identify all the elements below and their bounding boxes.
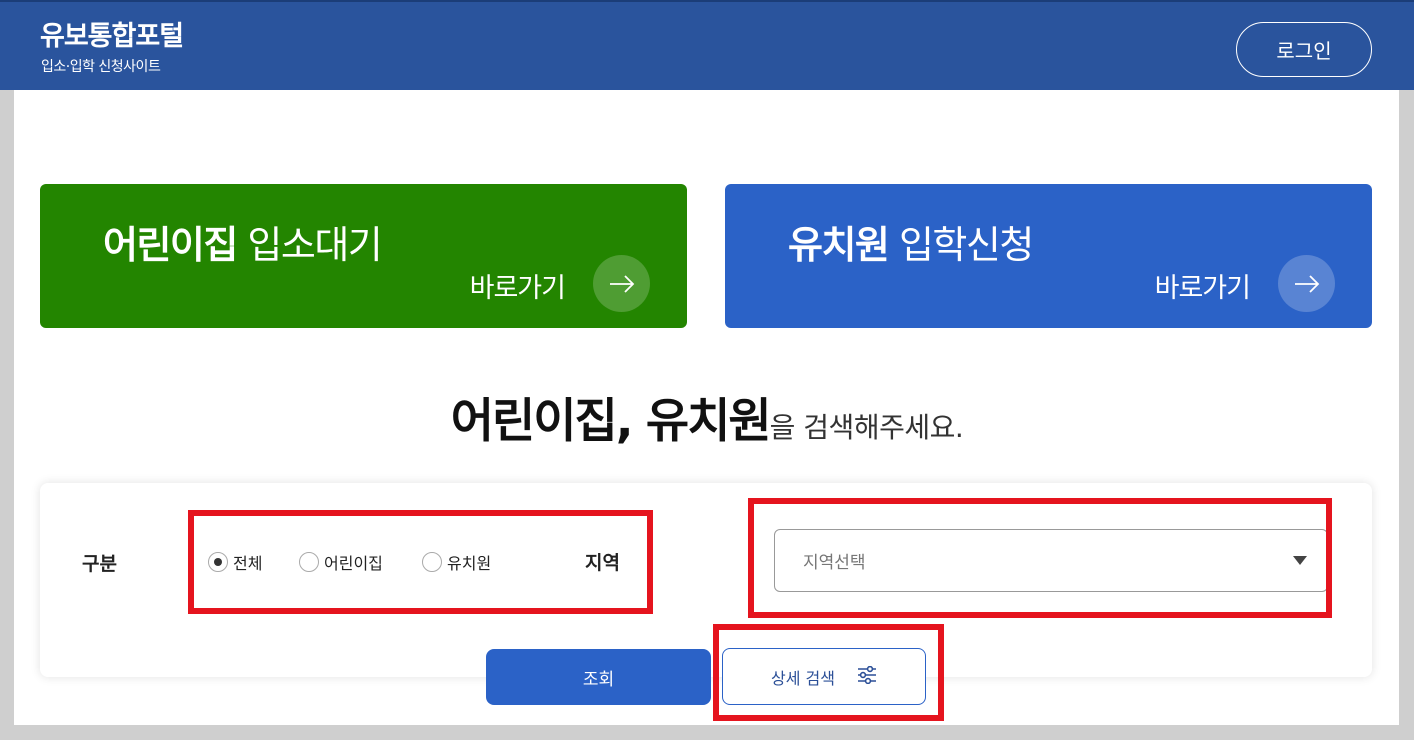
daycare-waitlist-card[interactable]: 어린이집 입소대기 바로가기 xyxy=(40,184,687,328)
radio-button[interactable] xyxy=(422,552,442,572)
radio-kindergarten[interactable]: 유치원 xyxy=(422,550,491,574)
chevron-down-icon xyxy=(1293,556,1307,565)
daycare-card-title: 어린이집 입소대기 xyxy=(103,223,383,267)
search-button[interactable]: 조회 xyxy=(486,649,711,705)
type-label: 구분 xyxy=(82,553,117,575)
radio-daycare[interactable]: 어린이집 xyxy=(299,550,383,574)
login-button[interactable]: 로그인 xyxy=(1236,22,1372,77)
detail-search-label: 상세 검색 xyxy=(771,668,835,688)
arrow-right-icon[interactable] xyxy=(1278,255,1335,312)
radio-label: 어린이집 xyxy=(324,554,383,573)
kindergarten-go-label: 바로가기 xyxy=(1154,273,1251,304)
header: 유보통합포털 입소·입학 신청사이트 로그인 xyxy=(0,0,1414,90)
filter-sliders-icon xyxy=(857,665,877,688)
detail-search-button[interactable]: 상세 검색 xyxy=(722,648,926,705)
site-subtitle: 입소·입학 신청사이트 xyxy=(41,59,161,75)
radio-all[interactable]: 전체 xyxy=(208,550,262,574)
arrow-right-icon[interactable] xyxy=(593,255,650,312)
region-label: 지역 xyxy=(585,552,620,574)
radio-button[interactable] xyxy=(208,552,228,572)
kindergarten-card-title: 유치원 입학신청 xyxy=(788,223,1034,267)
daycare-go-label: 바로가기 xyxy=(469,273,566,304)
radio-button[interactable] xyxy=(299,552,319,572)
region-select[interactable]: 지역선택 xyxy=(774,529,1328,592)
radio-label: 유치원 xyxy=(447,554,492,573)
radio-label: 전체 xyxy=(233,554,263,573)
search-heading: 어린이집, 유치원을 검색해주세요. xyxy=(450,394,964,449)
region-placeholder: 지역선택 xyxy=(803,553,866,573)
site-title[interactable]: 유보통합포털 xyxy=(40,14,184,53)
kindergarten-application-card[interactable]: 유치원 입학신청 바로가기 xyxy=(725,184,1372,328)
